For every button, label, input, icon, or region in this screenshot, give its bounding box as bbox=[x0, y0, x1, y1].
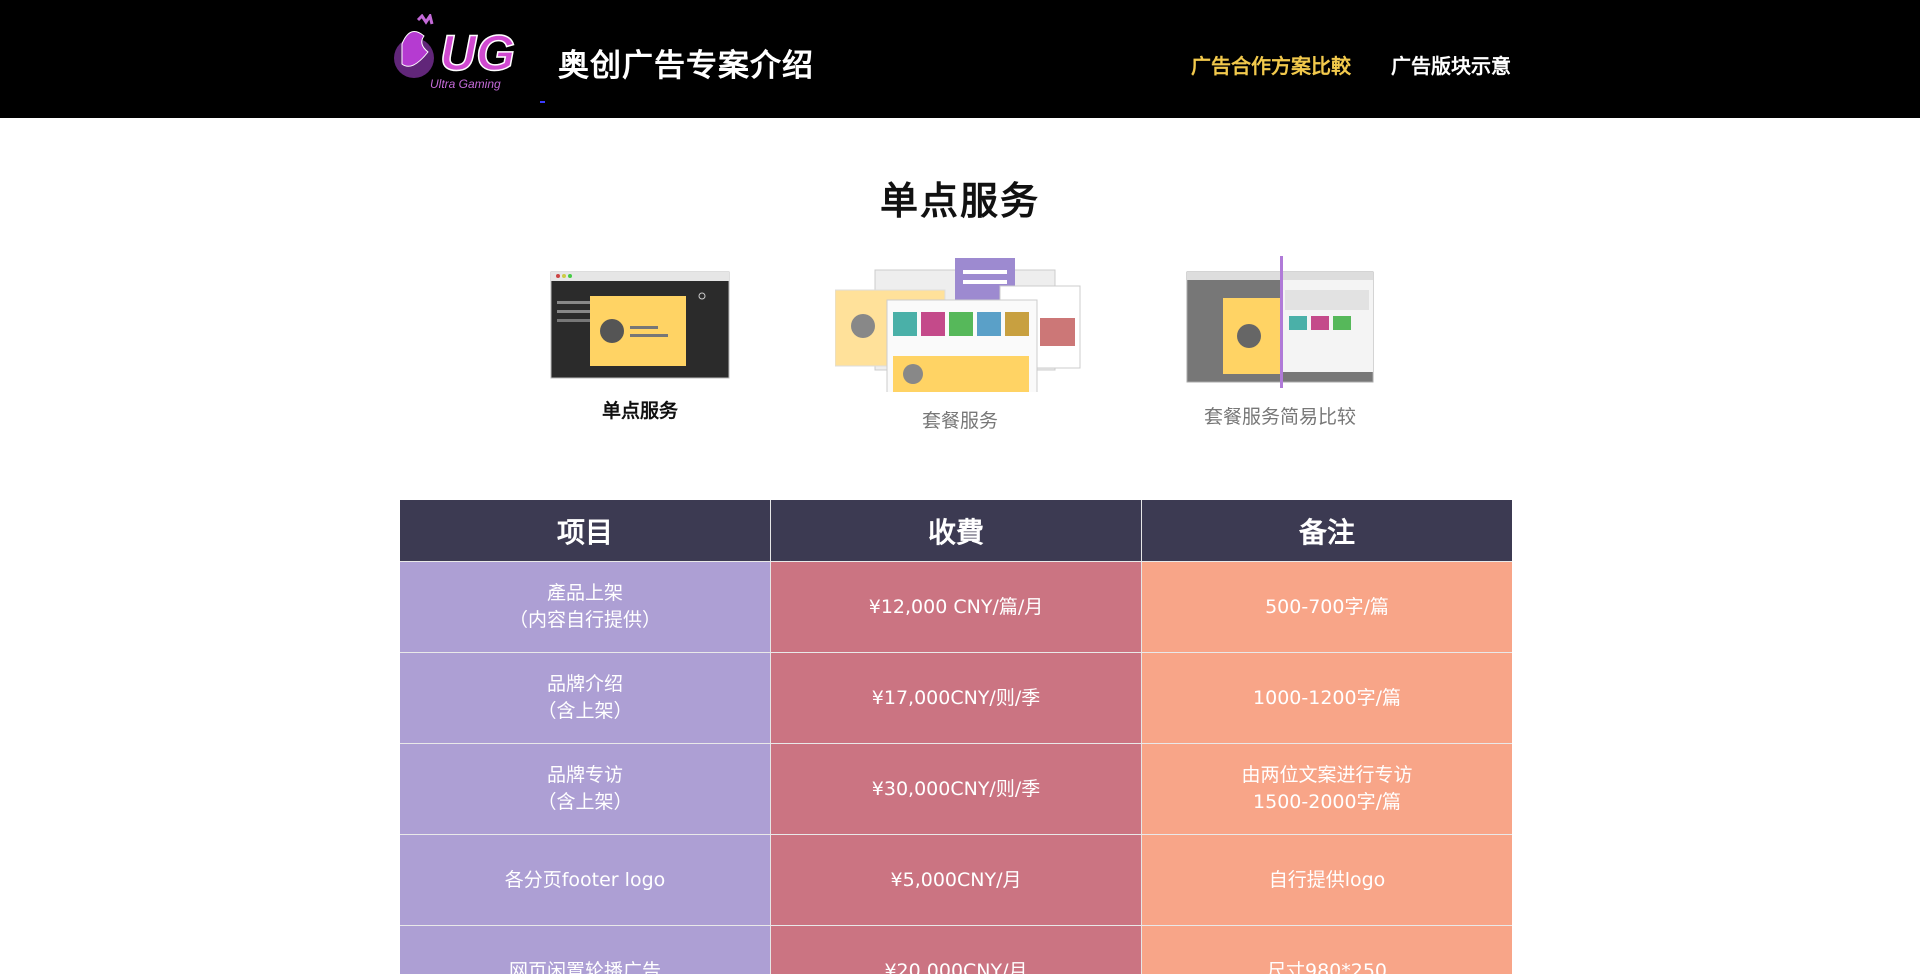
table-row: 產品上架 （内容自行提供） ¥12,000 CNY/篇/月 500-700字/篇 bbox=[400, 561, 1512, 652]
nav-link-ad-block-demo[interactable]: 广告版块示意 bbox=[1391, 50, 1511, 79]
pricing-table: 项目 收費 备注 產品上架 （内容自行提供） ¥12,000 CNY/篇/月 5… bbox=[400, 500, 1512, 974]
cell-line: 品牌介绍 bbox=[546, 673, 623, 695]
table-row: 品牌专访 （含上架） ¥30,000CNY/则/季 由两位文案进行专访 1500… bbox=[400, 743, 1512, 834]
cell-line: 產品上架 bbox=[546, 582, 623, 604]
remarks-cell: 尺寸980*250 bbox=[1142, 926, 1512, 974]
column-header-remarks: 备注 bbox=[1298, 515, 1355, 549]
item-cell: 品牌介绍 （含上架） bbox=[400, 653, 771, 743]
fee-cell: ¥17,000CNY/则/季 bbox=[771, 653, 1142, 743]
logo-underline bbox=[540, 101, 545, 103]
cell-line: ¥12,000 CNY/篇/月 bbox=[868, 595, 1044, 618]
column-header-fee: 收費 bbox=[771, 500, 1142, 561]
logo-mark: UG bbox=[440, 25, 515, 81]
cell-line: ¥5,000CNY/月 bbox=[890, 868, 1022, 891]
package-compare-thumbnail bbox=[1186, 256, 1374, 388]
cell-line: ¥30,000CNY/则/季 bbox=[871, 777, 1041, 800]
cell-line: ¥17,000CNY/则/季 bbox=[871, 686, 1041, 709]
tab-package-compare[interactable]: 套餐服务简易比较 bbox=[1170, 256, 1390, 429]
logo-text: Ultra Gaming bbox=[430, 77, 501, 91]
item-cell: 网页闲置轮播广告 bbox=[400, 926, 771, 974]
tab-label: 套餐服务简易比较 bbox=[1203, 406, 1356, 428]
cell-line: 各分页footer logo bbox=[504, 868, 666, 891]
table-row: 网页闲置轮播广告 ¥20,000CNY/月 尺寸980*250 bbox=[400, 925, 1512, 974]
cell-line: （含上架） bbox=[537, 700, 633, 722]
remarks-cell: 自行提供logo bbox=[1142, 835, 1512, 925]
site-header: UG Ultra Gaming 奥创广告专案介绍 广告合作方案比較 广告版块示意 bbox=[0, 0, 1920, 118]
column-header-item: 项目 bbox=[400, 500, 771, 561]
fee-cell: ¥20,000CNY/月 bbox=[771, 926, 1142, 974]
package-service-thumbnail bbox=[834, 258, 1081, 401]
item-cell: 各分页footer logo bbox=[400, 835, 771, 925]
tab-single-service[interactable]: 单点服务 bbox=[540, 256, 740, 423]
cell-line: 网页闲置轮播广告 bbox=[508, 959, 661, 974]
table-header-row: 项目 收費 备注 bbox=[400, 500, 1512, 561]
cell-line: 1000-1200字/篇 bbox=[1253, 686, 1401, 709]
remarks-cell: 1000-1200字/篇 bbox=[1142, 653, 1512, 743]
cell-line: 品牌专访 bbox=[546, 764, 623, 786]
cell-line: 1500-2000字/篇 bbox=[1253, 791, 1401, 813]
tab-label: 套餐服务 bbox=[921, 410, 998, 432]
ultra-gaming-logo[interactable]: UG Ultra Gaming bbox=[390, 14, 550, 94]
cell-line: 尺寸980*250 bbox=[1266, 959, 1388, 974]
tab-label: 单点服务 bbox=[601, 400, 678, 422]
fee-cell: ¥5,000CNY/月 bbox=[771, 835, 1142, 925]
cell-line: 由两位文案进行专访 bbox=[1241, 764, 1413, 786]
section-title: 单点服务 bbox=[879, 179, 1040, 223]
site-title: 奥创广告专案介绍 bbox=[558, 48, 814, 84]
item-cell: 產品上架 （内容自行提供） bbox=[400, 562, 771, 652]
tab-package-service[interactable]: 套餐服务 bbox=[830, 256, 1090, 433]
table-row: 品牌介绍 （含上架） ¥17,000CNY/则/季 1000-1200字/篇 bbox=[400, 652, 1512, 743]
cell-line: （内容自行提供） bbox=[508, 609, 661, 631]
cell-line: 500-700字/篇 bbox=[1265, 595, 1389, 618]
item-cell: 品牌专访 （含上架） bbox=[400, 744, 771, 834]
cell-line: ¥20,000CNY/月 bbox=[884, 959, 1028, 974]
fee-cell: ¥30,000CNY/则/季 bbox=[771, 744, 1142, 834]
nav-link-ad-plan-compare[interactable]: 广告合作方案比較 bbox=[1191, 50, 1351, 79]
fee-cell: ¥12,000 CNY/篇/月 bbox=[771, 562, 1142, 652]
cell-line: （含上架） bbox=[537, 791, 633, 813]
remarks-cell: 500-700字/篇 bbox=[1142, 562, 1512, 652]
remarks-cell: 由两位文案进行专访 1500-2000字/篇 bbox=[1142, 744, 1512, 834]
table-row: 各分页footer logo ¥5,000CNY/月 自行提供logo bbox=[400, 834, 1512, 925]
single-service-thumbnail bbox=[550, 271, 730, 379]
cell-line: 自行提供logo bbox=[1268, 868, 1386, 891]
